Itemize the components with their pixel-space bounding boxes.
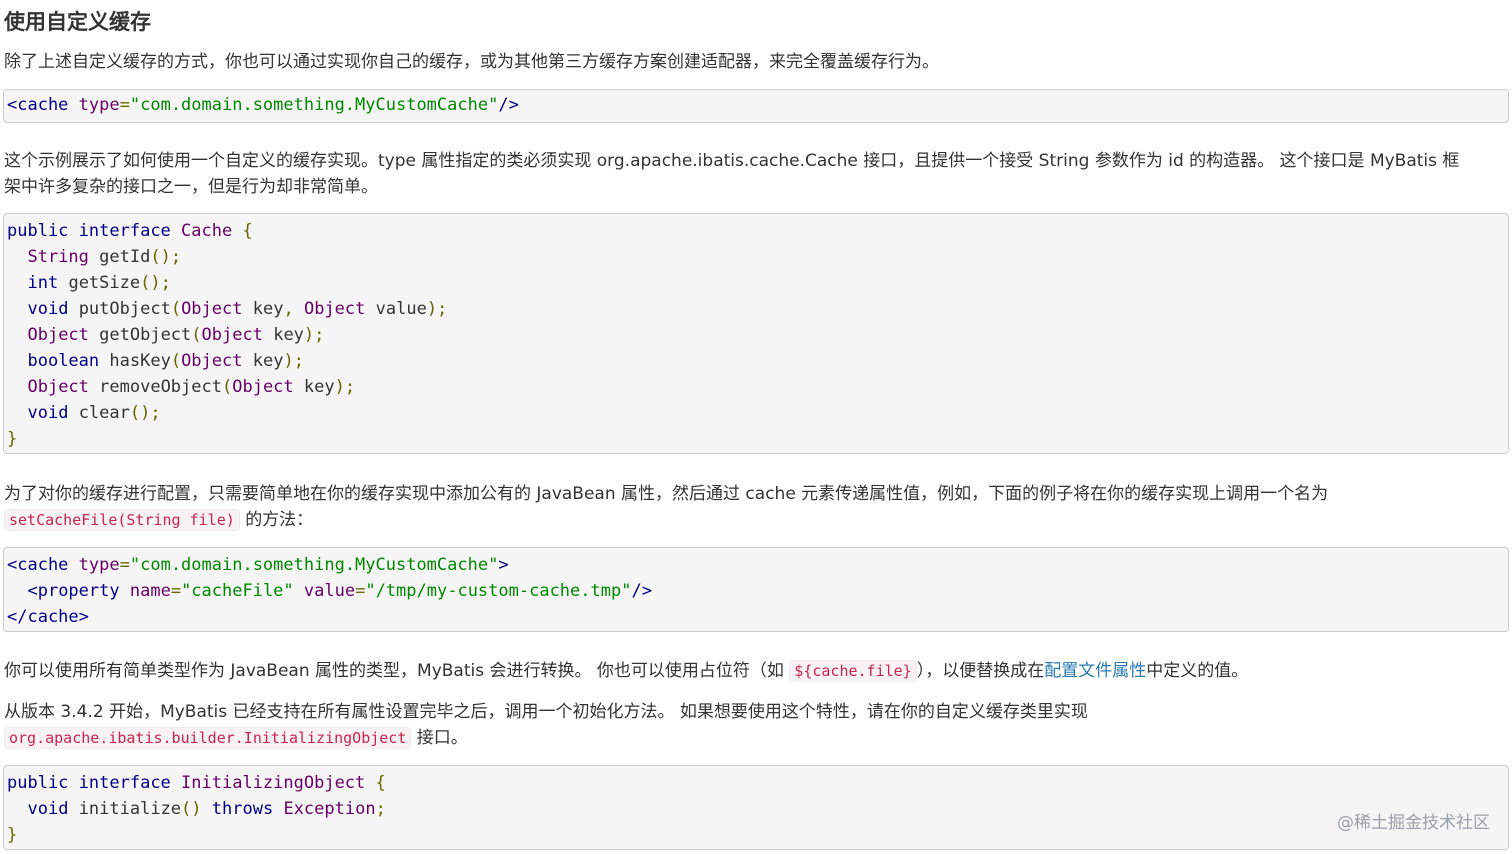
- code-line: }: [7, 825, 18, 845]
- initializing-object-code-block: public interface InitializingObject { vo…: [3, 765, 1509, 850]
- code-line: Object getObject(Object key);: [27, 325, 325, 345]
- paragraph-line: org.apache.ibatis.builder.InitializingOb…: [4, 725, 1088, 751]
- code-line: public interface Cache {: [7, 221, 253, 241]
- code-line: public interface InitializingObject {: [7, 773, 386, 793]
- paragraph-line: 这个示例展示了如何使用一个自定义的缓存实现。type 属性指定的类必须实现 or…: [4, 151, 1460, 171]
- paragraph-line: 为了对你的缓存进行配置，只需要简单地在你的缓存实现中添加公有的 JavaBean…: [4, 484, 1329, 504]
- code-line: <property name="cacheFile" value="/tmp/m…: [27, 581, 652, 601]
- inline-code-setcachefile: setCacheFile(String file): [4, 509, 240, 531]
- code-line: boolean hasKey(Object key);: [27, 351, 304, 371]
- code-line: <cache type="com.domain.something.MyCust…: [7, 95, 519, 115]
- cache-interface-description: 这个示例展示了如何使用一个自定义的缓存实现。type 属性指定的类必须实现 or…: [4, 148, 1459, 200]
- config-properties-link[interactable]: 配置文件属性: [1044, 661, 1146, 681]
- paragraph-line: 从版本 3.4.2 开始，MyBatis 已经支持在所有属性设置完毕之后，调用一…: [4, 702, 1088, 722]
- watermark: @稀土掘金技术社区: [1337, 813, 1490, 833]
- page: 使用自定义缓存 除了上述自定义缓存的方式，你也可以通过实现你自己的缓存，或为其他…: [0, 0, 1512, 854]
- code-line: </cache>: [7, 607, 89, 627]
- code-line: <cache type="com.domain.something.MyCust…: [7, 555, 509, 575]
- javabean-config-paragraph: 为了对你的缓存进行配置，只需要简单地在你的缓存实现中添加公有的 JavaBean…: [4, 481, 1328, 533]
- cache-interface-code-block: public interface Cache { String getId();…: [3, 213, 1509, 454]
- intro-paragraph: 除了上述自定义缓存的方式，你也可以通过实现你自己的缓存，或为其他第三方缓存方案创…: [4, 52, 939, 72]
- code-line: void clear();: [27, 403, 161, 423]
- inline-code-cache-file: ${cache.file}: [789, 660, 917, 682]
- section-heading: 使用自定义缓存: [4, 10, 151, 34]
- code-line: String getId();: [27, 247, 182, 267]
- property-config-code-block: <cache type="com.domain.something.MyCust…: [3, 547, 1509, 632]
- initializing-object-paragraph: 从版本 3.4.2 开始，MyBatis 已经支持在所有属性设置完毕之后，调用一…: [4, 699, 1088, 751]
- paragraph-line: 架中许多复杂的接口之一，但是行为却非常简单。: [4, 177, 378, 197]
- code-line: void putObject(Object key, Object value)…: [27, 299, 448, 319]
- code-line: }: [7, 429, 18, 449]
- code-line: int getSize();: [27, 273, 171, 293]
- placeholder-paragraph: 你可以使用所有简单类型作为 JavaBean 属性的类型，MyBatis 会进行…: [4, 660, 1249, 682]
- inline-code-initializingobject: org.apache.ibatis.builder.InitializingOb…: [4, 727, 412, 749]
- paragraph-line: setCacheFile(String file) 的方法：: [4, 507, 1328, 533]
- cache-config-code-block: <cache type="com.domain.something.MyCust…: [3, 89, 1509, 123]
- code-line: Object removeObject(Object key);: [27, 377, 356, 397]
- code-line: void initialize() throws Exception;: [27, 799, 386, 819]
